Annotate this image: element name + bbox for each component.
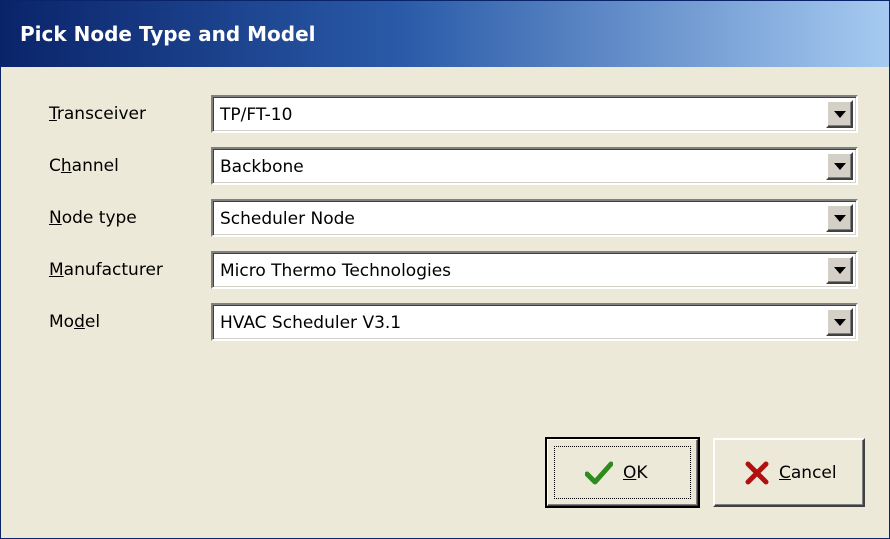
node-type-label: Node type xyxy=(49,208,137,228)
ok-button-label: OK xyxy=(623,463,648,483)
ok-button[interactable]: OK xyxy=(545,437,700,508)
dialog-title: Pick Node Type and Model xyxy=(20,22,316,46)
transceiver-dropdown-button[interactable] xyxy=(826,100,853,128)
chevron-down-icon xyxy=(834,215,846,222)
transceiver-value: TP/FT-10 xyxy=(220,105,293,125)
channel-row: Channel Backbone xyxy=(1,147,889,185)
transceiver-select[interactable]: TP/FT-10 xyxy=(211,95,858,133)
node-type-dropdown-button[interactable] xyxy=(826,204,853,232)
model-dropdown-button[interactable] xyxy=(826,308,853,336)
manufacturer-value: Micro Thermo Technologies xyxy=(220,261,452,281)
transceiver-row: Transceiver TP/FT-10 xyxy=(1,95,889,133)
chevron-down-icon xyxy=(834,319,846,326)
chevron-down-icon xyxy=(834,163,846,170)
pick-node-dialog: Pick Node Type and Model Transceiver TP/… xyxy=(0,0,890,539)
manufacturer-row: Manufacturer Micro Thermo Technologies xyxy=(1,251,889,289)
manufacturer-select[interactable]: Micro Thermo Technologies xyxy=(211,251,858,289)
dialog-titlebar[interactable]: Pick Node Type and Model xyxy=(1,1,889,67)
checkmark-icon xyxy=(585,461,613,485)
transceiver-label: Transceiver xyxy=(49,104,146,124)
cancel-button[interactable]: Cancel xyxy=(713,438,865,507)
channel-select[interactable]: Backbone xyxy=(211,147,858,185)
node-type-row: Node type Scheduler Node xyxy=(1,199,889,237)
manufacturer-label: Manufacturer xyxy=(49,260,163,280)
x-icon xyxy=(745,461,769,485)
model-row: Model HVAC Scheduler V3.1 xyxy=(1,303,889,341)
cancel-button-label: Cancel xyxy=(779,463,837,483)
channel-dropdown-button[interactable] xyxy=(826,152,853,180)
chevron-down-icon xyxy=(834,267,846,274)
model-select[interactable]: HVAC Scheduler V3.1 xyxy=(211,303,858,341)
node-type-select[interactable]: Scheduler Node xyxy=(211,199,858,237)
node-type-value: Scheduler Node xyxy=(220,209,355,229)
model-value: HVAC Scheduler V3.1 xyxy=(220,313,402,333)
model-label: Model xyxy=(49,312,101,332)
chevron-down-icon xyxy=(834,111,846,118)
manufacturer-dropdown-button[interactable] xyxy=(826,256,853,284)
channel-value: Backbone xyxy=(220,157,304,177)
channel-label: Channel xyxy=(49,156,119,176)
